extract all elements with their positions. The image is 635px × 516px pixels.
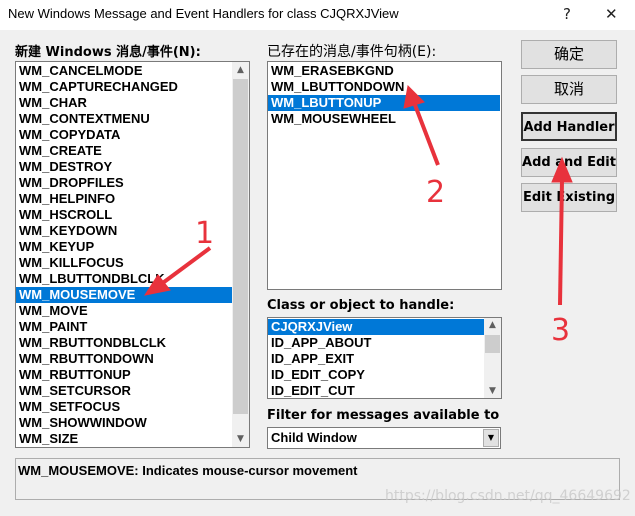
- annotation-2: 2: [426, 175, 445, 210]
- arrow-2: [403, 84, 440, 166]
- annotation-1: 1: [195, 216, 214, 251]
- annotation-3: 3: [551, 313, 570, 348]
- arrow-3: [551, 156, 573, 306]
- annotation-layer: 1 2 3: [143, 84, 573, 348]
- arrow-1: [143, 246, 212, 296]
